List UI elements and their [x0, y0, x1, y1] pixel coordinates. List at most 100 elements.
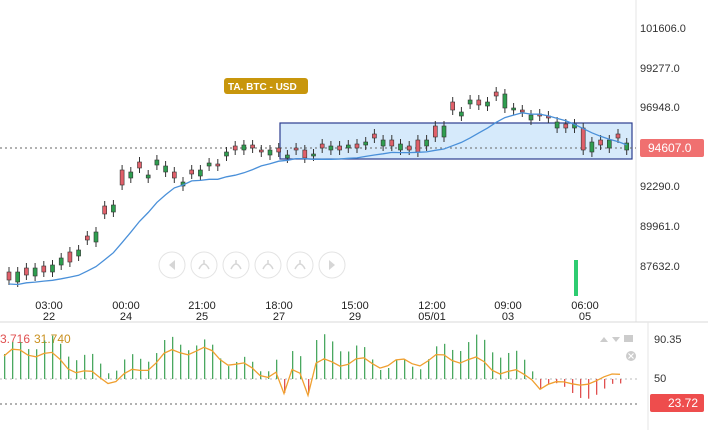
price-axis-label: 89961.0 — [640, 221, 680, 233]
pane-close-icon[interactable] — [626, 351, 636, 361]
candle-body — [198, 169, 203, 177]
price-axis-label: 99277.0 — [640, 63, 680, 75]
price-axis-label: 96948.0 — [640, 102, 680, 114]
candle-body — [476, 99, 482, 106]
candle-body — [380, 139, 386, 147]
osc-value-a: 3.716 — [0, 332, 30, 346]
draw-tool-icon-4[interactable] — [286, 251, 314, 279]
osc-axis-mid: 50 — [654, 373, 666, 385]
candle-body — [258, 149, 264, 153]
candle-body — [415, 139, 421, 153]
osc-histogram-bar — [604, 379, 606, 389]
candle-body — [372, 133, 377, 139]
time-axis-date: 05 — [579, 311, 591, 323]
candle-body — [93, 231, 99, 243]
pane-controls[interactable] — [600, 335, 636, 361]
candle-body — [32, 267, 38, 277]
osc-histogram-bar — [52, 335, 54, 379]
candle-body — [172, 171, 177, 179]
candle-body — [563, 123, 569, 129]
candle-body — [67, 251, 73, 263]
candle-body — [285, 154, 290, 159]
osc-histogram-bar — [92, 353, 94, 379]
osc-histogram-bar — [388, 367, 390, 379]
osc-histogram-bar — [516, 350, 518, 379]
arrow-right-icon[interactable] — [318, 251, 346, 279]
trading-chart[interactable]: TA. BTC - USD 101606.0 99277.0 96948.0 9229… — [0, 0, 708, 430]
osc-histogram-bar — [404, 359, 406, 379]
osc-histogram-bar — [316, 340, 318, 379]
osc-histogram-bar — [324, 334, 326, 379]
osc-histogram-bar — [332, 341, 334, 379]
candle-body — [241, 144, 247, 151]
osc-histogram-bar — [396, 359, 398, 379]
pane-maximize-icon[interactable] — [624, 335, 633, 342]
osc-histogram-bar — [588, 379, 590, 399]
candle-body — [467, 99, 473, 105]
osc-histogram-bar — [420, 369, 422, 379]
osc-histogram-bar — [572, 379, 574, 393]
candle-body — [354, 143, 360, 149]
osc-histogram-bar — [20, 342, 22, 379]
main-chart-area[interactable] — [0, 0, 636, 322]
time-axis-date: 25 — [196, 311, 208, 323]
osc-histogram-bar — [620, 379, 622, 384]
oscillator-pane[interactable]: 3.716 31.740 90.35 50 23.72 — [0, 332, 704, 412]
osc-histogram-bar — [36, 349, 38, 379]
candle-body — [493, 91, 499, 97]
osc-histogram-bar — [124, 359, 126, 379]
osc-histogram-bar — [84, 354, 86, 379]
osc-histogram-bar — [292, 351, 294, 379]
osc-axis-top: 90.35 — [654, 334, 682, 346]
osc-histogram-bar — [452, 349, 454, 379]
candle-body — [163, 165, 168, 173]
osc-histogram-bar — [508, 352, 510, 379]
time-axis-date: 05/01 — [418, 311, 446, 323]
pane-up-icon[interactable] — [600, 337, 608, 342]
draw-tool-icon-2[interactable] — [222, 251, 250, 279]
osc-histogram-bar — [380, 370, 382, 379]
time-axis-date: 03 — [502, 311, 514, 323]
candle-body — [76, 249, 81, 257]
symbol-badge[interactable]: TA. BTC - USD — [228, 82, 297, 93]
osc-histogram-bar — [372, 359, 374, 379]
candle-body — [15, 271, 20, 283]
pane-down-icon[interactable] — [612, 337, 620, 342]
candle-body — [615, 133, 621, 139]
candle-body — [145, 174, 151, 179]
candle-body — [154, 159, 160, 166]
draw-tool-icon-1[interactable] — [190, 251, 218, 279]
candle-body — [206, 162, 212, 167]
price-axis-label: 87632.0 — [640, 261, 680, 273]
candle-body — [432, 125, 438, 138]
osc-histogram-bar — [580, 379, 582, 398]
candle-body — [293, 147, 299, 151]
osc-histogram-bar — [28, 349, 30, 379]
candle-body — [128, 171, 134, 179]
drawn-range-zone[interactable] — [279, 122, 633, 160]
osc-histogram-bar — [468, 342, 470, 379]
candle-body — [311, 153, 316, 157]
osc-histogram-bar — [164, 340, 166, 379]
osc-histogram-bar — [204, 339, 206, 379]
arrow-left-icon[interactable] — [158, 251, 186, 279]
candle-body — [606, 139, 612, 149]
candle-body — [224, 151, 229, 157]
osc-histogram-bar — [132, 354, 134, 379]
candle-body — [137, 161, 142, 169]
time-axis-date: 24 — [120, 311, 132, 323]
draw-tool-icon-3[interactable] — [254, 251, 282, 279]
candle-body — [111, 204, 116, 213]
osc-histogram-bar — [412, 366, 414, 379]
candle-body — [389, 139, 395, 147]
osc-histogram-bar — [180, 344, 182, 379]
candle-body — [345, 144, 351, 149]
candle-body — [337, 145, 342, 151]
candle-body — [511, 107, 516, 111]
osc-histogram-bar — [612, 379, 614, 384]
candle-body — [276, 147, 282, 153]
osc-histogram-bar — [76, 360, 78, 379]
candle-body — [459, 111, 464, 117]
candle-body — [598, 139, 603, 146]
osc-histogram-bar — [460, 351, 462, 379]
